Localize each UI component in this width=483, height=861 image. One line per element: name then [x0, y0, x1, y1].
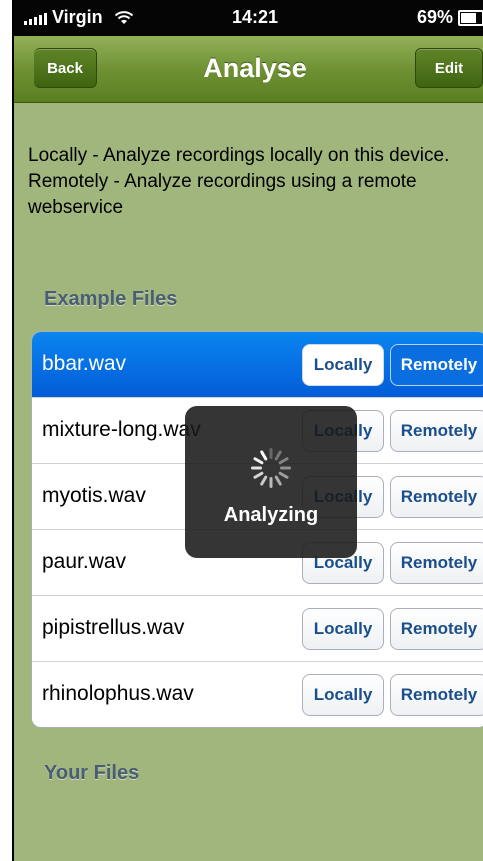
- section-header-example-files: Example Files: [44, 288, 178, 310]
- file-name: paur.wav: [42, 550, 127, 573]
- table-row[interactable]: pipistrellus.wav Locally Remotely: [32, 596, 483, 662]
- status-bar: Virgin 14:21 69%: [14, 0, 483, 36]
- analyze-remotely-button[interactable]: Remotely: [390, 344, 483, 386]
- analyze-remotely-button[interactable]: Remotely: [390, 476, 483, 518]
- phone-screen: Virgin 14:21 69% Back Analyse Edit Local…: [12, 0, 483, 861]
- analyze-locally-button[interactable]: Locally: [302, 344, 384, 386]
- table-row[interactable]: bbar.wav Locally Remotely: [32, 332, 483, 398]
- edit-button[interactable]: Edit: [415, 48, 483, 88]
- spinner-icon: [251, 448, 291, 488]
- analyze-remotely-button[interactable]: Remotely: [390, 674, 483, 716]
- analyze-remotely-button[interactable]: Remotely: [390, 542, 483, 584]
- back-button-label: Back: [47, 59, 83, 77]
- analyze-locally-button[interactable]: Locally: [302, 608, 384, 650]
- analyze-remotely-button[interactable]: Remotely: [390, 410, 483, 452]
- status-right: 69%: [417, 7, 483, 28]
- battery-percent: 69%: [416, 7, 453, 27]
- file-name: bbar.wav: [42, 352, 127, 375]
- table-row[interactable]: rhinolophus.wav Locally Remotely: [32, 662, 483, 727]
- file-name: mixture-long.wav: [42, 418, 201, 441]
- file-name: myotis.wav: [42, 484, 146, 507]
- status-time: 14:21: [231, 7, 279, 27]
- file-name: rhinolophus.wav: [42, 682, 194, 705]
- analyze-locally-button[interactable]: Locally: [302, 674, 384, 716]
- description-locally: Locally - Analyze recordings locally on …: [28, 145, 450, 166]
- description-text: Locally - Analyze recordings locally on …: [28, 143, 478, 221]
- description-remotely: Remotely - Analyze recordings using a re…: [28, 171, 417, 218]
- section-header-your-files: Your Files: [44, 762, 140, 784]
- file-name: pipistrellus.wav: [42, 616, 185, 639]
- page-title: Analyse: [203, 53, 307, 83]
- analyzing-hud: Analyzing: [185, 406, 357, 558]
- hud-label: Analyzing: [223, 504, 319, 526]
- battery-icon: [458, 9, 483, 26]
- navigation-bar: Back Analyse Edit: [14, 36, 483, 103]
- analyze-remotely-button[interactable]: Remotely: [390, 608, 483, 650]
